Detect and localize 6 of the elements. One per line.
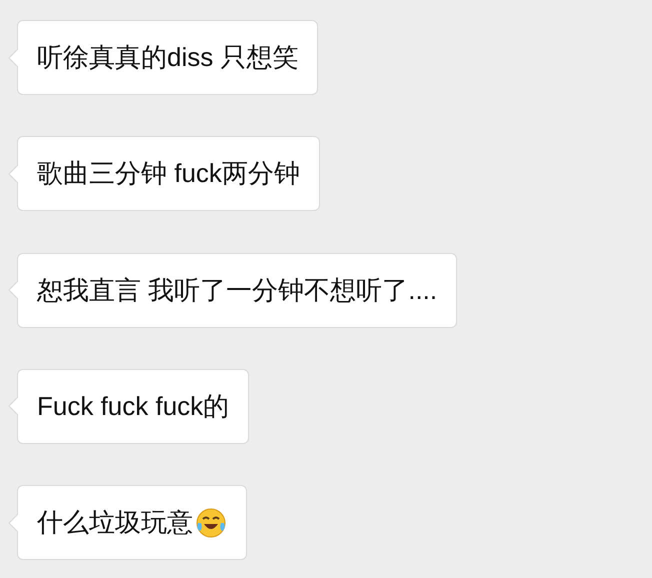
message-text: 听徐真真的diss 只想笑 (37, 41, 298, 74)
message-text: Fuck fuck fuck的 (37, 390, 230, 423)
laughing-crying-face-icon (195, 506, 227, 538)
message-text: 歌曲三分钟 fuck两分钟 (37, 157, 300, 190)
message-text: 恕我直言 我听了一分钟不想听了.... (37, 274, 438, 306)
message-text: 什么垃圾玩意 (37, 506, 193, 539)
